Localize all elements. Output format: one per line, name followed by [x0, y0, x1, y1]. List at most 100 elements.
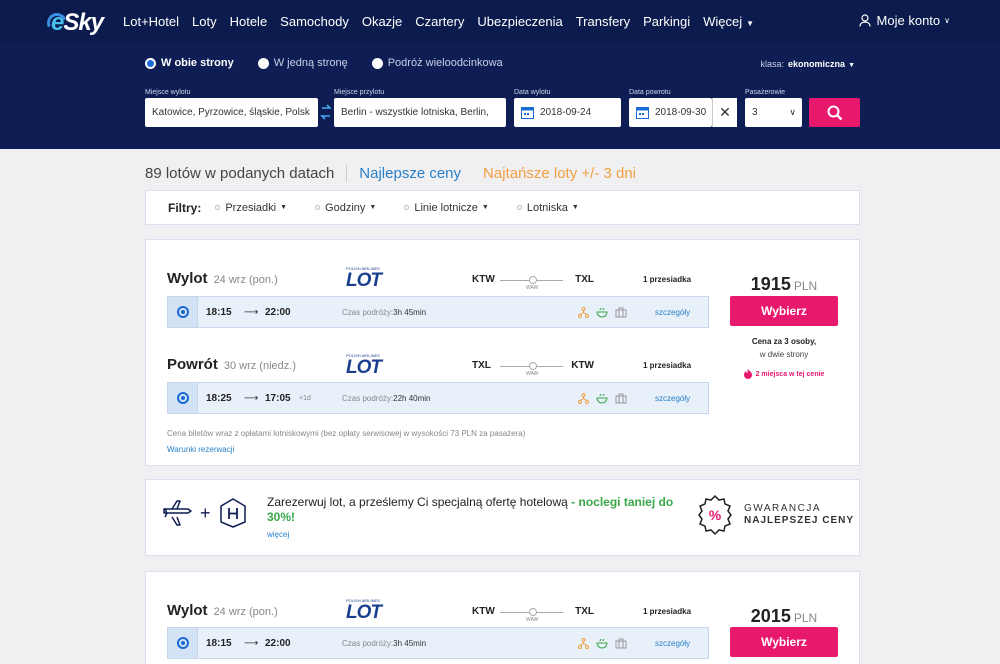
depart-date-input[interactable]: 2018-09-24 [514, 98, 621, 127]
user-icon [858, 14, 871, 27]
calendar-icon [636, 107, 649, 119]
nav-link-czartery[interactable]: Czartery [415, 14, 464, 29]
segment-row-outbound[interactable]: 18:15 ⟶ 22:00 Czas podróży:3h 45min szcz… [167, 296, 709, 328]
filter-hours[interactable]: Godziny ▼ [315, 202, 376, 214]
booking-rules-link[interactable]: Warunki rezerwacji [167, 445, 234, 454]
promo-more-link[interactable]: więcej [267, 530, 289, 539]
arrow-right-icon: ⟶ [244, 392, 259, 404]
nav-link-loty[interactable]: Loty [192, 14, 217, 29]
details-link[interactable]: szczegóły [655, 394, 690, 403]
airline-logo: POLISH AIRLINES LOT [346, 266, 394, 291]
airline-name: LOT [346, 357, 382, 378]
calendar-icon [521, 107, 534, 119]
promo-icons: + [162, 498, 247, 528]
class-select[interactable]: klasa: ekonomiczna ▼ [761, 59, 855, 69]
best-prices-tab[interactable]: Najlepsze ceny [359, 165, 461, 182]
swap-icon[interactable] [320, 104, 332, 120]
from-input[interactable]: Katowice, Pyrzowice, śląskie, Polsk [145, 98, 318, 127]
segment-select-radio[interactable] [168, 383, 198, 413]
to-input[interactable]: Berlin - wszystkie lotniska, Berlin, [334, 98, 506, 127]
filter-stops[interactable]: Przesiadki ▼ [215, 202, 287, 214]
leg-title-outbound: Wylot 24 wrz (pon.) [167, 602, 278, 619]
meal-icon [596, 638, 608, 649]
trip-type-oneway-label: W jedną stronę [273, 57, 348, 69]
account-menu[interactable]: Moje konto ∨ [858, 13, 950, 28]
arrow-right-icon: ⟶ [244, 306, 259, 318]
choose-button[interactable]: Wybierz [730, 296, 838, 326]
caret-down-icon: ▼ [746, 19, 755, 28]
trip-type-oneway[interactable]: W jedną stronę [257, 57, 348, 69]
stopover-dot-icon [529, 608, 537, 616]
price-note-line1: Cena za 3 osoby, [751, 337, 817, 346]
stopover-dot-icon [529, 362, 537, 370]
arrival-time: 22:00 [265, 637, 291, 649]
nav-link-wiecej-label: Więcej [703, 14, 743, 29]
segment-row-outbound[interactable]: 18:15 ⟶ 22:00 Czas podróży:3h 45min szcz… [167, 627, 709, 659]
segment-select-radio[interactable] [168, 297, 198, 327]
nav-link-ubezpieczenia[interactable]: Ubezpieczenia [477, 14, 562, 29]
to-label: Miejsce przylotu [334, 89, 385, 96]
airline-logo: POLISH AIRLINES LOT [346, 353, 394, 378]
filter-airlines[interactable]: Linie lotnicze ▼ [404, 202, 489, 214]
price-disclaimer: Cena biletów wraz z opłatami lotniskowym… [167, 429, 526, 438]
promo-text: Zarezerwuj lot, a prześlemy Ci specjalną… [267, 495, 687, 525]
filter-stops-label: Przesiadki [225, 201, 277, 214]
search-panel: W obie strony W jedną stronę Podróż wiel… [0, 43, 1000, 149]
hotel-icon [219, 498, 246, 528]
nav-link-parkingi[interactable]: Parkingi [643, 14, 690, 29]
return-date-value: 2018-09-30 [655, 107, 707, 118]
price-note-line2: w dwie strony [759, 350, 809, 359]
departure-time: 18:15 [206, 637, 232, 649]
details-link[interactable]: szczegóły [655, 639, 690, 648]
filters-label: Filtry: [168, 200, 202, 215]
leg-date: 24 wrz (pon.) [213, 606, 278, 618]
route: KTW WAW TXL [472, 271, 594, 291]
guarantee-line2: NAJLEPSZEJ CENY [744, 515, 855, 526]
price-value: 1915 [750, 274, 791, 294]
route-to: TXL [575, 274, 594, 285]
nav-link-lot-hotel[interactable]: Lot+Hotel [123, 14, 179, 29]
nav-link-okazje[interactable]: Okazje [362, 14, 402, 29]
price-currency: PLN [793, 279, 818, 293]
results-header: 89 lotów w podanych datach Najlepsze cen… [145, 165, 636, 182]
filter-airports-label: Lotniska [526, 201, 568, 214]
segment-select-radio[interactable] [168, 628, 198, 658]
trip-type-multi[interactable]: Podróż wieloodcinkowa [371, 57, 503, 69]
route-to: TXL [575, 606, 594, 617]
price-guarantee-badge-icon: % [698, 494, 732, 536]
caret-down-icon: ▼ [369, 204, 377, 211]
airplane-icon [163, 500, 192, 526]
trip-type-round[interactable]: W obie strony [145, 57, 234, 69]
caret-down-icon: ▼ [848, 62, 855, 69]
duration-value: 3h 45min [393, 307, 427, 317]
connection-icon [578, 306, 589, 318]
passengers-select[interactable]: 3 ∨ [745, 98, 802, 127]
baggage-icon [615, 638, 627, 649]
search-icon [827, 105, 842, 120]
filter-dot-icon [315, 205, 321, 210]
details-link[interactable]: szczegóły [655, 308, 690, 317]
search-button[interactable] [809, 98, 860, 127]
clear-return-date-button[interactable]: ✕ [712, 98, 737, 127]
esky-logo[interactable]: eSky [44, 9, 104, 37]
filter-dot-icon [404, 205, 410, 210]
filters-bar: Filtry: Przesiadki ▼ Godziny ▼ Linie lotni… [145, 190, 860, 225]
caret-down-icon: ▼ [280, 204, 288, 211]
radio-selected-icon [176, 637, 189, 649]
nav-link-wiecej[interactable]: Więcej ▼ [703, 14, 754, 29]
return-date-input[interactable]: 2018-09-30 [629, 98, 712, 127]
segment-row-return[interactable]: 18:25 ⟶ 17:05 +1d Czas podróży:22h 40min… [167, 382, 709, 414]
nav-link-hotele[interactable]: Hotele [230, 14, 268, 29]
filter-airports[interactable]: Lotniska ▼ [516, 201, 579, 214]
nav-link-transfery[interactable]: Transfery [576, 14, 630, 29]
nav-link-samochody[interactable]: Samochody [280, 14, 349, 29]
choose-button[interactable]: Wybierz [730, 627, 838, 657]
cheapest-flexible-tab[interactable]: Najtańsze loty +/- 3 dni [483, 165, 636, 182]
leg-title-label: Wylot [167, 602, 208, 619]
duration-value: 3h 45min [393, 638, 427, 648]
return-label: Data powrotu [629, 89, 671, 96]
trip-type-multi-label: Podróż wieloodcinkowa [387, 57, 503, 69]
depart-date-value: 2018-09-24 [540, 107, 592, 118]
airline-name: LOT [346, 602, 382, 623]
meal-icon [596, 393, 608, 404]
